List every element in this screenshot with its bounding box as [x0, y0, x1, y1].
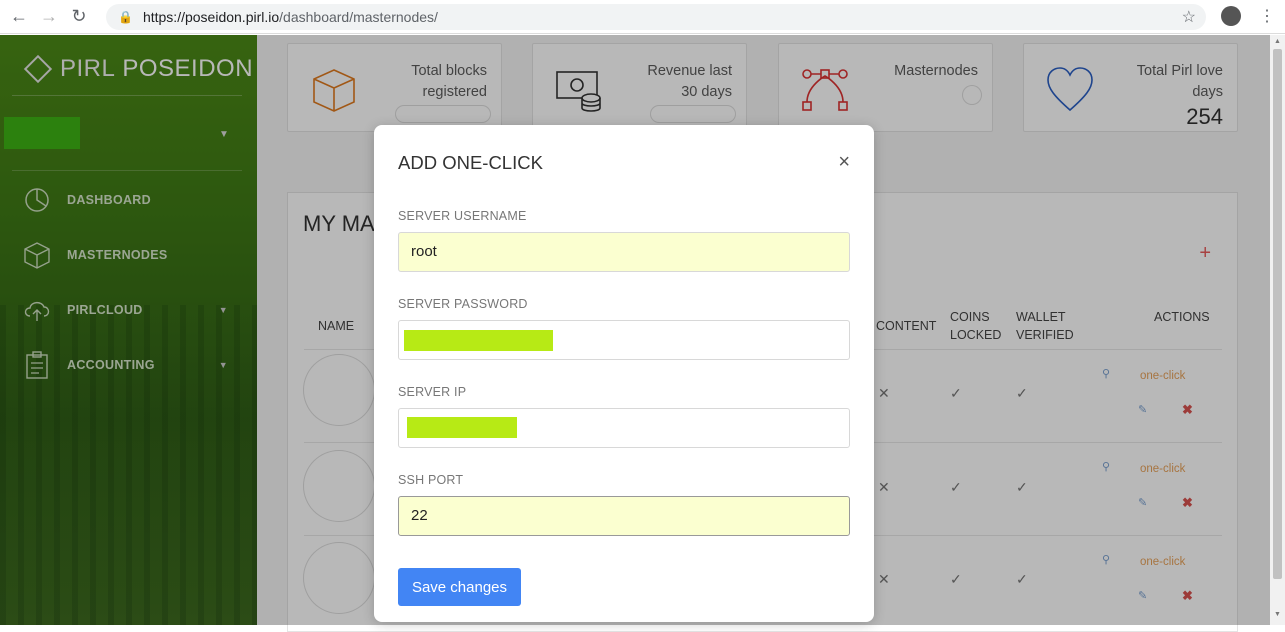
redacted-server-ip — [407, 417, 517, 438]
username-field[interactable]: root — [398, 232, 850, 272]
server-ip-label: SERVER IP — [398, 385, 467, 399]
password-label: SERVER PASSWORD — [398, 297, 528, 311]
url-host: https://poseidon.pirl.io — [142, 9, 280, 25]
forward-icon[interactable]: → — [38, 6, 60, 28]
profile-avatar[interactable] — [1221, 6, 1241, 26]
browser-toolbar: ← → ↻ 🔒 https://poseidon.pirl.io/dashboa… — [0, 0, 1285, 34]
username-label: SERVER USERNAME — [398, 209, 527, 223]
scroll-down-icon[interactable]: ▼ — [1274, 611, 1281, 618]
redacted-password — [404, 330, 553, 351]
add-one-click-modal: ADD ONE-CLICK × SERVER USERNAME root SER… — [374, 125, 874, 622]
address-bar[interactable]: 🔒 https://poseidon.pirl.io/dashboard/mas… — [106, 4, 1206, 30]
reload-icon[interactable]: ↻ — [68, 6, 90, 28]
bookmark-star-icon[interactable]: ☆ — [1182, 7, 1196, 27]
lock-icon: 🔒 — [118, 10, 133, 24]
browser-menu-icon[interactable]: ⋮ — [1259, 6, 1275, 26]
save-changes-button[interactable]: Save changes — [398, 568, 521, 606]
ssh-port-field[interactable]: 22 — [398, 496, 850, 536]
back-icon[interactable]: ← — [8, 6, 30, 28]
modal-title: ADD ONE-CLICK — [398, 152, 543, 173]
page-scrollbar[interactable]: ▲ ▼ — [1270, 35, 1285, 625]
url-path: /dashboard/masternodes/ — [279, 9, 438, 25]
scroll-thumb[interactable] — [1273, 49, 1282, 579]
scroll-up-icon[interactable]: ▲ — [1274, 38, 1281, 45]
ssh-port-label: SSH PORT — [398, 473, 464, 487]
close-icon[interactable]: × — [838, 151, 850, 174]
